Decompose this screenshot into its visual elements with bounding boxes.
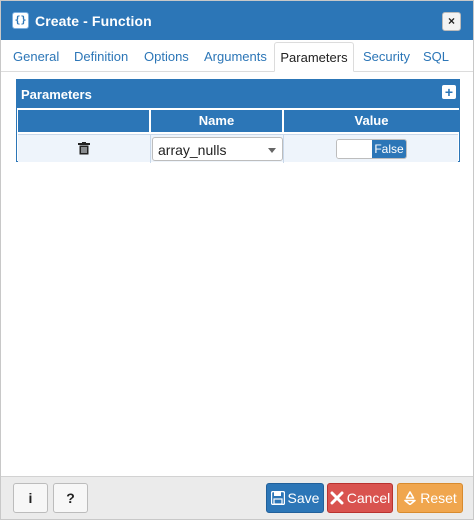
column-header-name: Name bbox=[151, 110, 282, 132]
info-icon: i bbox=[28, 490, 33, 506]
table-row: array_nulls False bbox=[18, 134, 458, 163]
x-icon bbox=[330, 491, 344, 505]
save-label: Save bbox=[287, 490, 320, 506]
parameter-name-select[interactable]: array_nulls bbox=[152, 137, 283, 161]
dialog-titlebar[interactable]: {} Create - Function × bbox=[1, 1, 473, 40]
save-button[interactable]: Save bbox=[266, 483, 324, 513]
cell-divider bbox=[283, 135, 284, 163]
help-button[interactable]: ? bbox=[53, 483, 88, 513]
tab-bar: General Definition Options Arguments Par… bbox=[1, 42, 473, 72]
cancel-button[interactable]: Cancel bbox=[327, 483, 393, 513]
reset-button[interactable]: Reset bbox=[397, 483, 463, 513]
parameter-name-value: array_nulls bbox=[158, 142, 227, 158]
create-function-dialog: {} Create - Function × General Definitio… bbox=[0, 0, 474, 520]
close-button[interactable]: × bbox=[442, 12, 461, 31]
tab-security[interactable]: Security bbox=[363, 42, 410, 72]
add-parameter-button[interactable]: + bbox=[442, 85, 456, 99]
column-header-value: Value bbox=[284, 110, 459, 132]
help-icon: ? bbox=[66, 490, 75, 506]
parameters-panel-header: Parameters + bbox=[17, 80, 459, 108]
parameter-value-toggle[interactable]: False bbox=[336, 139, 407, 159]
recycle-icon bbox=[404, 491, 417, 505]
cancel-label: Cancel bbox=[346, 490, 391, 506]
info-button[interactable]: i bbox=[13, 483, 48, 513]
tab-parameters[interactable]: Parameters bbox=[274, 42, 354, 72]
function-icon: {} bbox=[12, 12, 29, 29]
tab-definition[interactable]: Definition bbox=[74, 42, 128, 72]
floppy-icon bbox=[270, 491, 285, 505]
parameters-panel: Parameters + Name Value array_nulls Fals… bbox=[16, 79, 460, 163]
tab-options[interactable]: Options bbox=[144, 42, 189, 72]
tab-sql[interactable]: SQL bbox=[423, 42, 449, 72]
chevron-down-icon bbox=[268, 148, 276, 153]
reset-label: Reset bbox=[420, 490, 457, 506]
dialog-title: Create - Function bbox=[35, 13, 152, 29]
toggle-off-area bbox=[337, 140, 372, 158]
trash-icon[interactable] bbox=[78, 142, 90, 155]
cell-divider bbox=[150, 135, 151, 163]
tab-arguments[interactable]: Arguments bbox=[204, 42, 267, 72]
parameters-panel-title: Parameters bbox=[21, 87, 92, 102]
column-header-actions bbox=[18, 110, 149, 132]
tab-general[interactable]: General bbox=[13, 42, 59, 72]
dialog-footer: i ? Save Cancel Reset bbox=[1, 476, 473, 519]
toggle-state-label: False bbox=[372, 140, 406, 158]
